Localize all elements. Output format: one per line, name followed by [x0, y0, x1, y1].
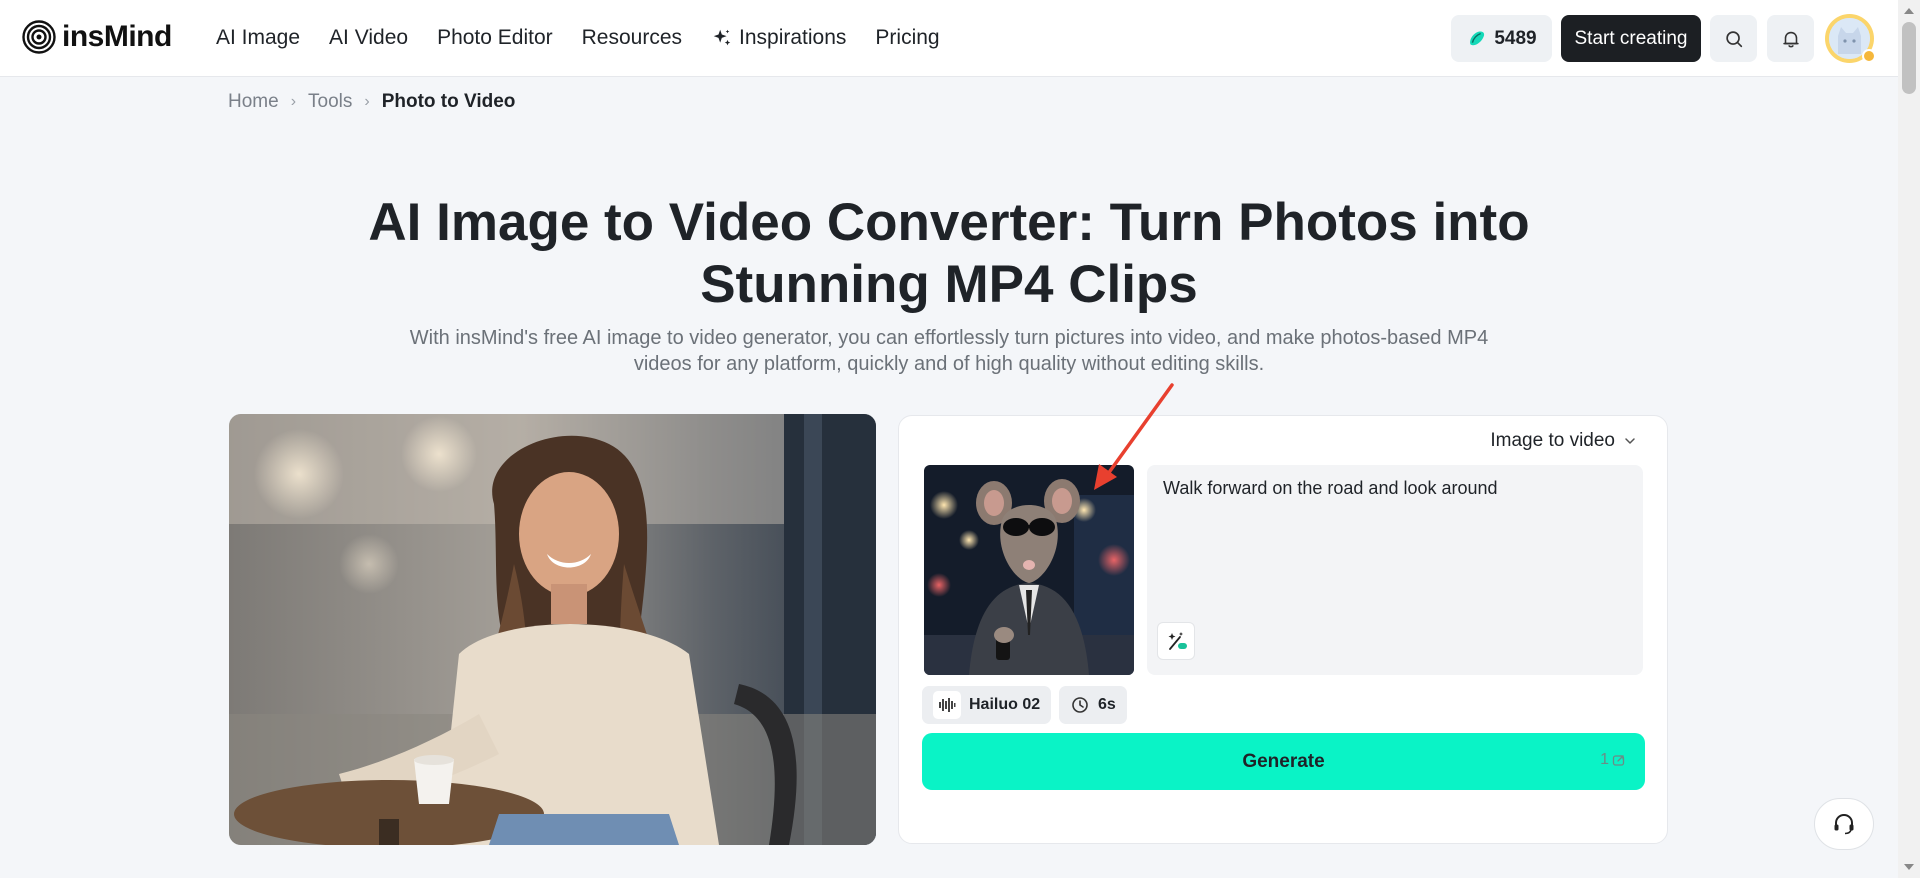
duration-label: 6s [1098, 696, 1116, 713]
generate-cost: 1 [1600, 751, 1627, 769]
breadcrumb-home[interactable]: Home [228, 91, 279, 113]
scroll-down-arrow-icon[interactable] [1904, 864, 1914, 870]
nav-inspirations-label: Inspirations [739, 26, 847, 49]
chevron-down-icon [1625, 438, 1635, 444]
search-icon [1725, 30, 1742, 47]
main-nav: AI Image AI Video Photo Editor Resources… [216, 26, 940, 50]
demo-video-preview[interactable] [229, 414, 876, 845]
page-subtitle-line-1: With insMind's free AI image to video ge… [409, 327, 1489, 349]
headset-icon [1834, 813, 1854, 835]
mode-dropdown-label: Image to video [1490, 430, 1615, 451]
nav-inspirations[interactable]: Inspirations [711, 26, 846, 50]
prompt-enhance-button[interactable] [1157, 622, 1195, 660]
demo-photo-woman-cafe [229, 414, 876, 845]
credit-icon [1612, 755, 1625, 766]
scroll-up-arrow-icon[interactable] [1904, 8, 1914, 14]
page-subtitle-line-2: videos for any platform, quickly and of … [633, 353, 1265, 375]
start-creating-button[interactable]: Start creating [1561, 15, 1701, 62]
page-scrollbar[interactable] [1898, 0, 1920, 878]
duration-selector[interactable]: 6s [1059, 686, 1127, 724]
insmind-logo-icon [22, 20, 56, 54]
nav-ai-image[interactable]: AI Image [216, 26, 300, 50]
generate-button[interactable]: Generate 1 [922, 733, 1645, 790]
mode-dropdown[interactable]: Image to video [1490, 430, 1637, 452]
model-label: Hailuo 02 [969, 696, 1041, 713]
avatar-status-badge [1862, 49, 1876, 63]
uploaded-image-thumbnail[interactable] [924, 465, 1134, 675]
breadcrumb-current: Photo to Video [381, 91, 516, 112]
page-subtitle: With insMind's free AI image to video ge… [370, 325, 1528, 377]
image-to-video-panel: Image to video Walk forward on the road … [898, 415, 1668, 844]
insmind-logo[interactable]: insMind [22, 20, 172, 54]
page-title-line-2: Stunning MP4 Clips [700, 255, 1198, 314]
nav-pricing[interactable]: Pricing [875, 26, 939, 50]
bell-icon [1782, 31, 1799, 47]
credits-balance[interactable]: 5489 [1451, 15, 1552, 62]
breadcrumb-tools[interactable]: Tools [308, 91, 352, 113]
sparkle-icon [713, 29, 731, 46]
credit-gem-icon [1470, 30, 1485, 45]
generate-cost-value: 1 [1600, 751, 1609, 768]
credits-count: 5489 [1494, 27, 1537, 49]
top-navigation-bar: insMind AI Image AI Video Photo Editor R… [0, 0, 1898, 77]
generate-label: Generate [1242, 750, 1325, 772]
chevron-right-icon: › [364, 93, 370, 110]
notifications-button[interactable] [1767, 15, 1814, 62]
rat-in-suit-image [924, 465, 1134, 675]
nav-photo-editor[interactable]: Photo Editor [437, 26, 553, 50]
nav-ai-video[interactable]: AI Video [329, 26, 408, 50]
minimax-logo-icon [933, 691, 961, 719]
page-title: AI Image to Video Converter: Turn Photos… [300, 192, 1598, 316]
customer-support-button[interactable] [1814, 798, 1874, 850]
waveform-icon [939, 698, 956, 712]
page-title-line-1: AI Image to Video Converter: Turn Photos… [368, 193, 1530, 252]
clock-icon [1072, 697, 1088, 713]
magic-wand-icon [1168, 632, 1187, 650]
breadcrumb: Home › Tools › Photo to Video [228, 91, 515, 113]
model-selector[interactable]: Hailuo 02 [922, 686, 1052, 724]
prompt-textarea[interactable]: Walk forward on the road and look around [1147, 465, 1643, 675]
nav-resources[interactable]: Resources [582, 26, 682, 50]
user-avatar[interactable] [1825, 14, 1876, 63]
chevron-right-icon: › [290, 93, 297, 110]
brand-name: insMind [62, 20, 172, 53]
scroll-thumb[interactable] [1902, 22, 1916, 94]
search-button[interactable] [1710, 15, 1757, 62]
